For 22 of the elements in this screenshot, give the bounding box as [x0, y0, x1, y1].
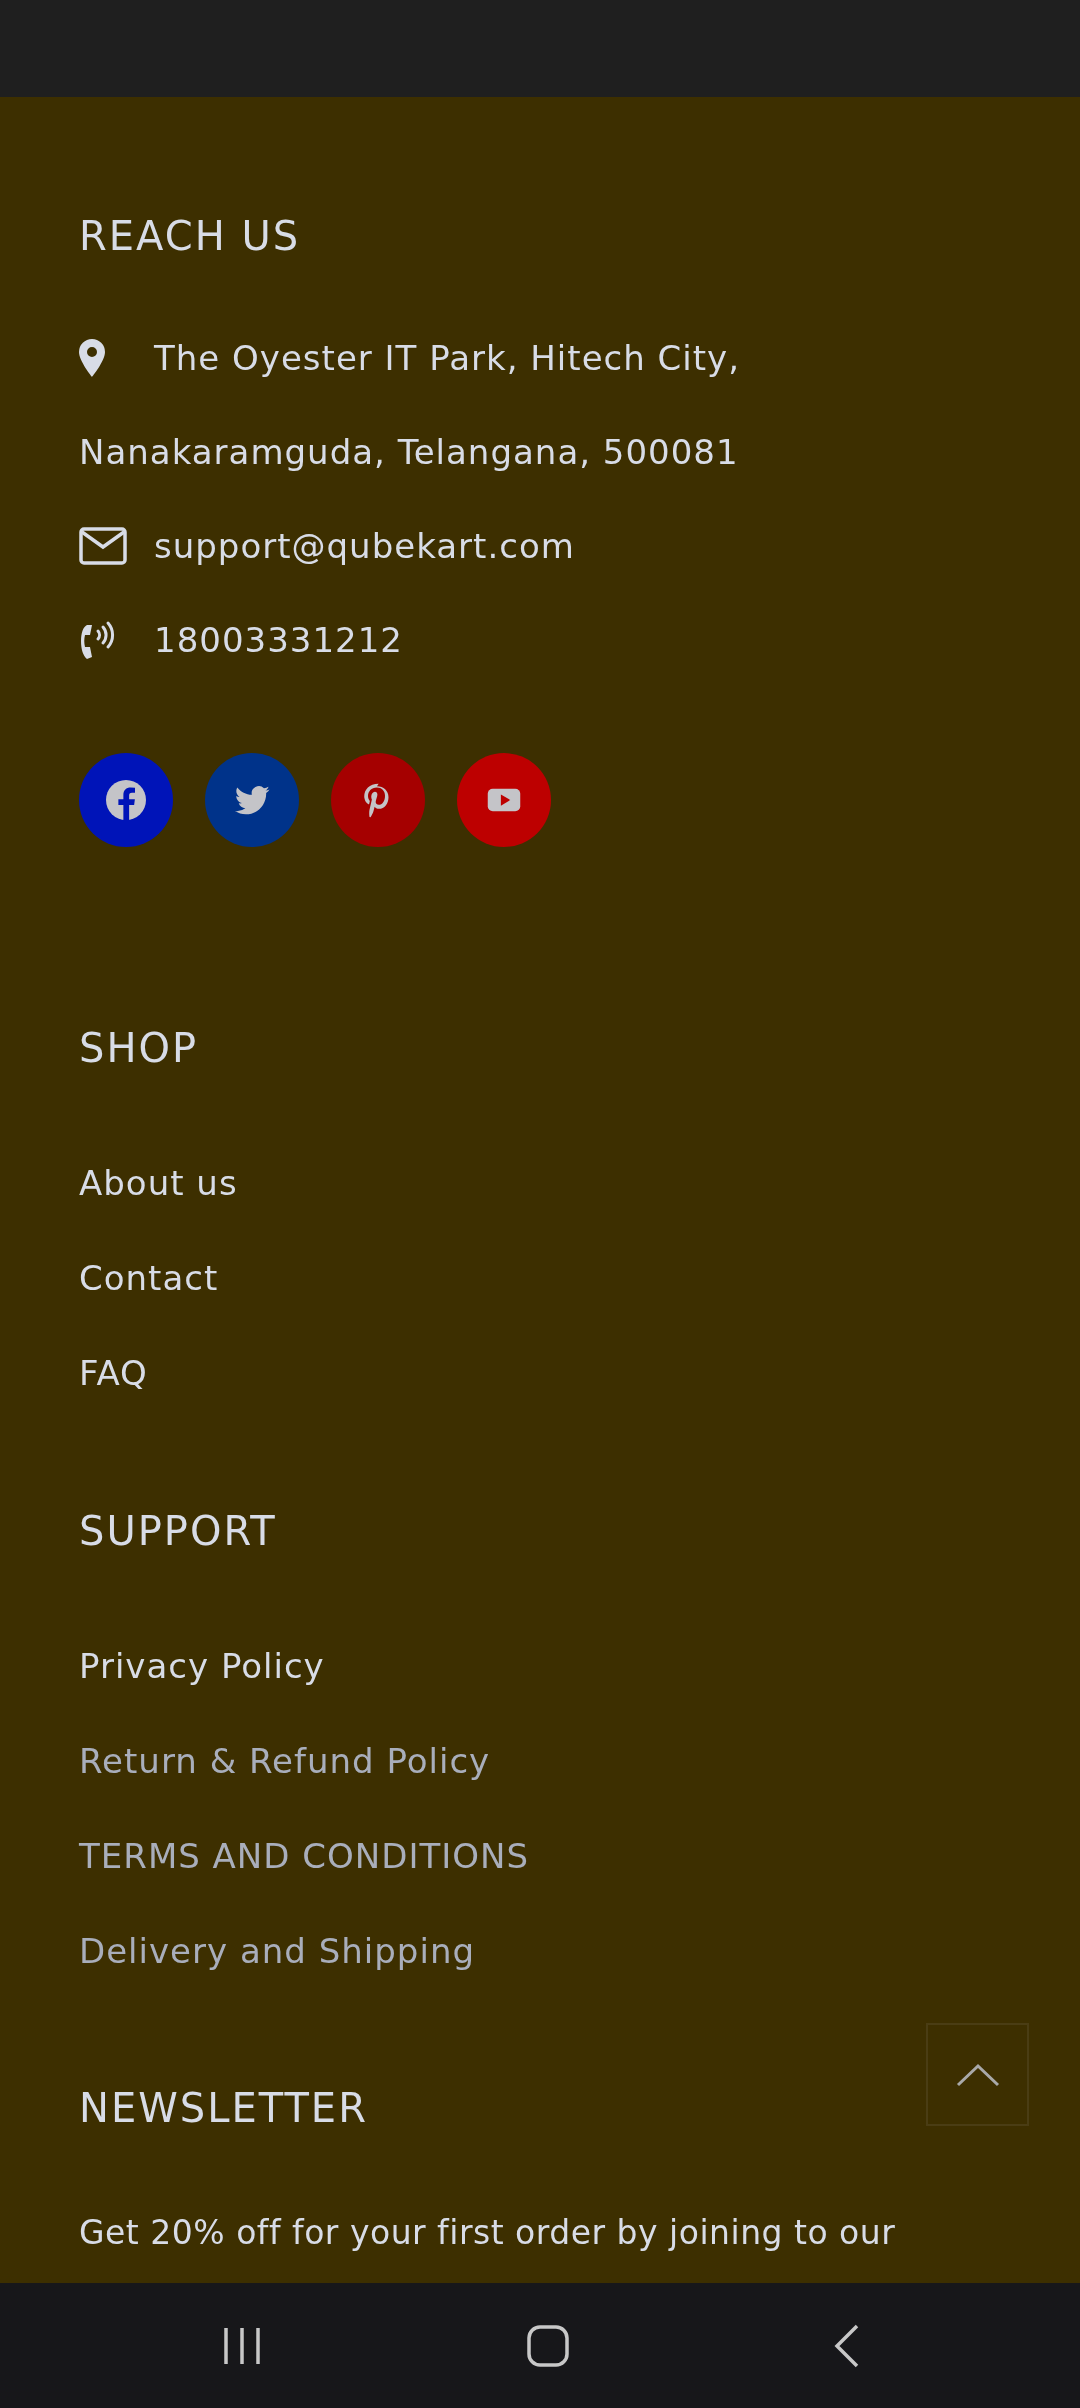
footer-link[interactable]: About us — [79, 1136, 238, 1231]
footer-link[interactable]: Delivery and Shipping — [79, 1904, 476, 1999]
email-link[interactable]: support@qubekart.com — [154, 499, 575, 593]
footer-link[interactable]: TERMS AND CONDITIONS — [79, 1809, 529, 1904]
newsletter-text: Get 20% off for your first order by joining to our — [79, 2212, 896, 2254]
footer-link[interactable]: Return & Refund Policy — [79, 1714, 491, 1809]
location-pin-icon — [79, 339, 105, 377]
footer-link[interactable]: Contact — [79, 1231, 219, 1326]
section-heading: REACH US — [79, 212, 301, 261]
section-heading: SHOP — [79, 1024, 199, 1073]
footer-link[interactable]: FAQ — [79, 1326, 148, 1421]
footer-link[interactable]: Privacy Policy — [79, 1619, 325, 1714]
address-text: The Oyester IT Park, Hitech City, — [154, 337, 741, 380]
home-icon[interactable] — [527, 2324, 569, 2367]
section-heading: SUPPORT — [79, 1507, 277, 1556]
chevron-up-icon — [955, 2062, 1000, 2087]
recent-apps-icon[interactable] — [222, 2326, 262, 2365]
phone-number[interactable]: 18003331212 — [154, 593, 403, 687]
section-heading: NEWSLETTER — [79, 2084, 368, 2133]
envelope-icon — [79, 527, 127, 565]
back-icon[interactable] — [834, 2323, 860, 2368]
address-text: Nanakaramguda, Telangana, 500081 — [79, 432, 739, 472]
